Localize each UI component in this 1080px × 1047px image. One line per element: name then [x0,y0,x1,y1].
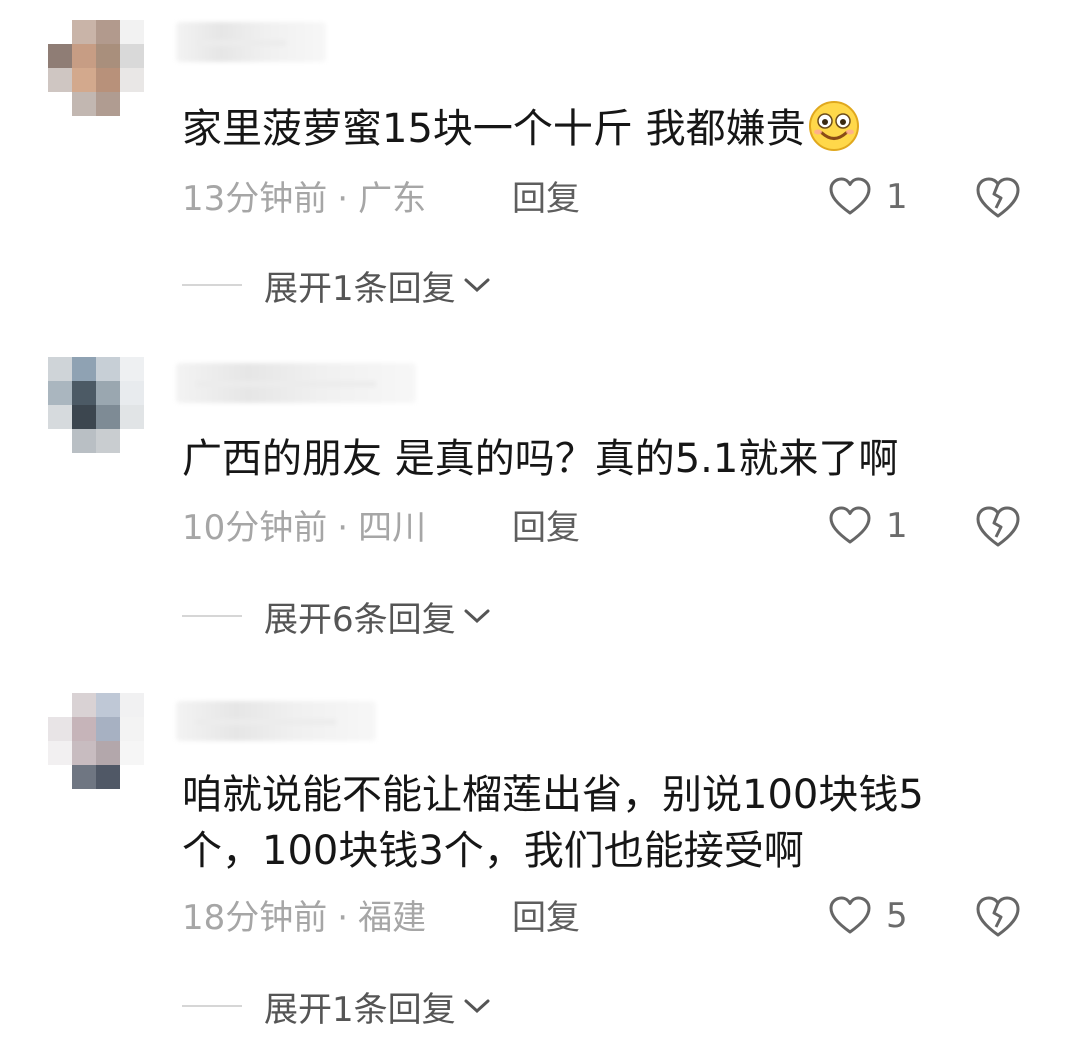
expand-divider [182,1005,242,1007]
comment-time: 18分钟前 [182,898,328,938]
broken-heart-icon[interactable] [974,176,1022,220]
comment-text: 咱就说能不能让榴莲出省，别说100块钱5 个，100块钱3个，我们也能接受啊 [182,772,924,874]
expand-replies-label: 展开1条回复 [264,989,456,1030]
meta-separator: · [337,508,349,548]
expand-replies-button[interactable]: 展开1条回复 [182,262,492,309]
broken-heart-icon[interactable] [974,895,1022,939]
like-count: 5 [886,896,908,936]
username-blurred[interactable] [176,22,326,62]
comment-time-location: 18分钟前 · 福建 [182,895,426,941]
comment-time-location: 10分钟前 · 四川 [182,505,426,551]
chevron-down-icon [464,609,490,624]
comment-time: 13分钟前 [182,179,328,219]
comment-item: 咱就说能不能让榴莲出省，别说100块钱5 个，100块钱3个，我们也能接受啊 1… [0,693,1080,1033]
comment-item: 广西的朋友 是真的吗？真的5.1就来了啊 10分钟前 · 四川 回复 1 展开6条回… [0,357,1080,647]
comment-time-location: 13分钟前 · 广东 [182,176,426,222]
reply-button[interactable]: 回复 [512,895,580,941]
heart-outline-icon [829,896,871,934]
username-blurred[interactable] [176,701,376,741]
expand-divider [182,284,242,286]
like-count: 1 [886,506,908,546]
reply-button[interactable]: 回复 [512,505,580,551]
like-button[interactable]: 5 [828,893,908,939]
like-button[interactable]: 1 [828,174,908,220]
smile-emoji-icon [808,101,859,151]
expand-replies-label: 展开6条回复 [264,599,456,640]
broken-heart-icon[interactable] [974,505,1022,549]
chevron-down-icon [464,999,490,1014]
avatar[interactable] [48,20,144,116]
comment-time: 10分钟前 [182,508,328,548]
reply-button[interactable]: 回复 [512,176,580,222]
expand-replies-label: 展开1条回复 [264,268,456,309]
expand-divider [182,615,242,617]
comment-meta: 18分钟前 · 福建 回复 5 [182,895,1042,941]
comment-location: 广东 [358,179,427,219]
comment-text: 广西的朋友 是真的吗？真的5.1就来了啊 [182,436,899,482]
avatar[interactable] [48,693,144,789]
comment-meta: 13分钟前 · 广东 回复 1 [182,176,1042,222]
comment-location: 四川 [358,508,427,548]
avatar[interactable] [48,357,144,453]
meta-separator: · [337,898,349,938]
like-count: 1 [886,177,908,217]
comment-meta: 10分钟前 · 四川 回复 1 [182,505,1042,551]
expand-replies-button[interactable]: 展开1条回复 [182,983,492,1030]
heart-outline-icon [829,177,871,215]
heart-outline-icon [829,506,871,544]
chevron-down-icon [464,278,490,293]
comment-location: 福建 [358,898,427,938]
username-blurred[interactable] [176,363,416,403]
like-button[interactable]: 1 [828,503,908,549]
meta-separator: · [337,179,349,219]
expand-replies-button[interactable]: 展开6条回复 [182,593,492,640]
comment-text: 家里菠萝蜜15块一个十斤 我都嫌贵 [182,100,1042,157]
comment-text-content: 家里菠萝蜜15块一个十斤 我都嫌贵 [182,106,806,152]
comment-item: 家里菠萝蜜15块一个十斤 我都嫌贵 13分钟前 · 广东 回复 1 展开1条回复 [0,20,1080,310]
